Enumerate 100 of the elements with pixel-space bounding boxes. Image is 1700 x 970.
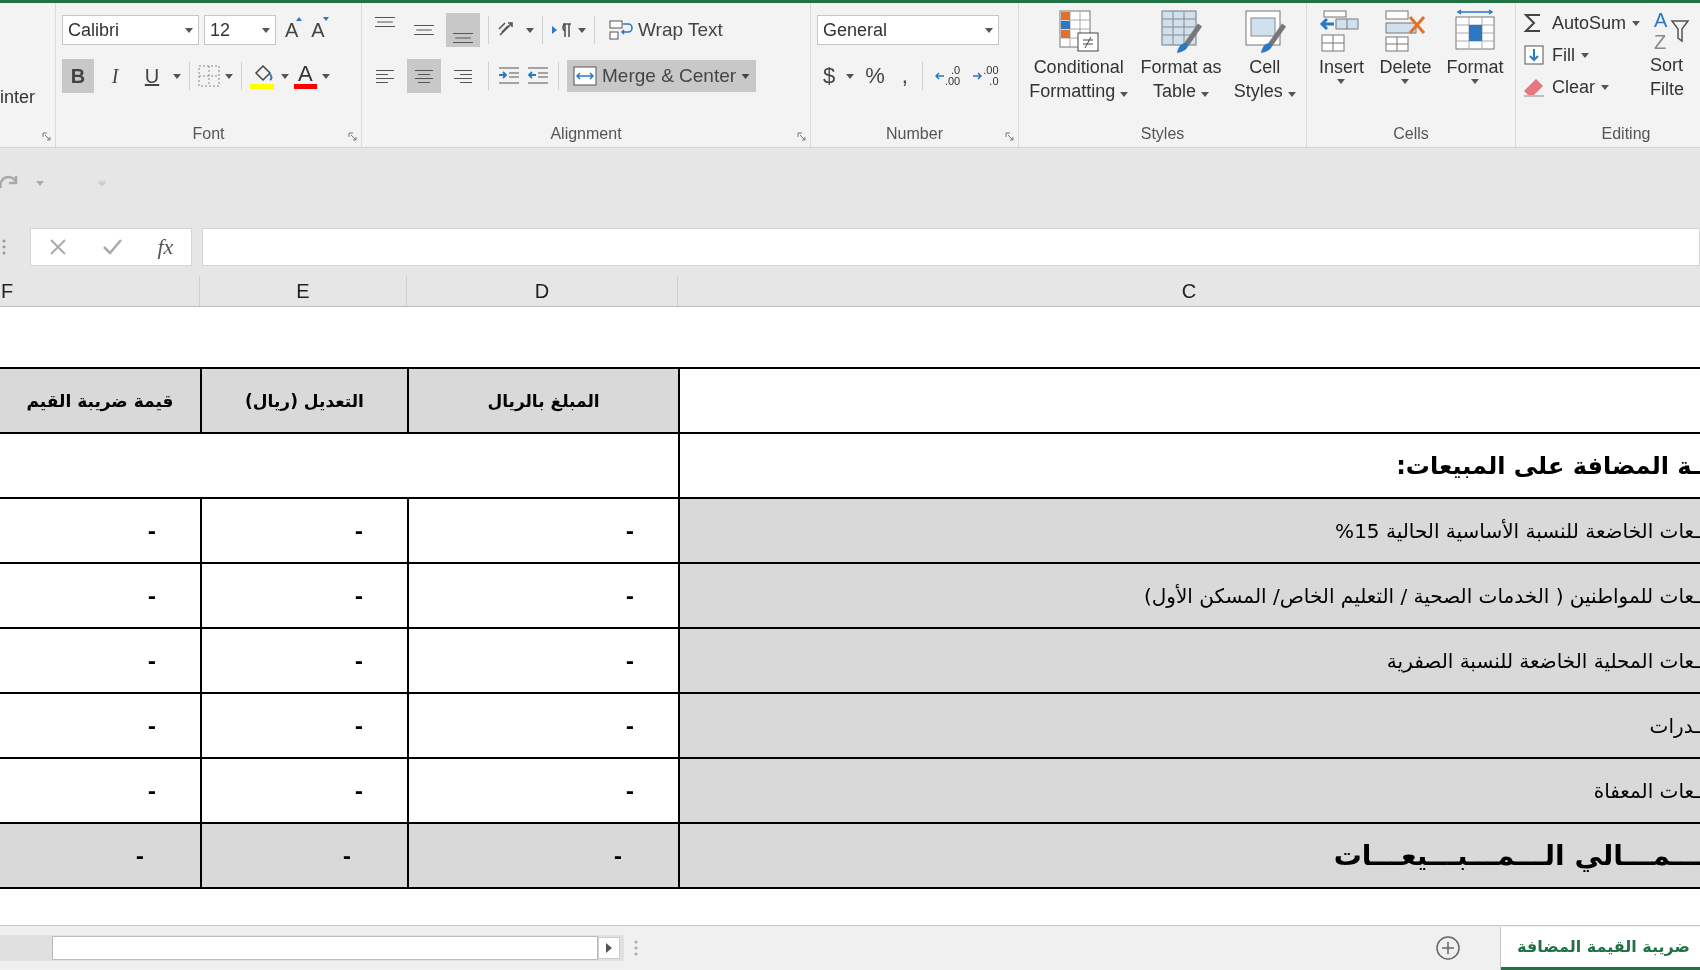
column-header[interactable]: C (1181, 279, 1197, 303)
align-bottom-icon (453, 33, 473, 43)
group-label: Styles (1140, 125, 1185, 143)
format-cells-button[interactable]: Format (1446, 9, 1504, 121)
caret-icon[interactable] (321, 73, 330, 79)
caret-icon (1201, 92, 1209, 97)
fill-color-icon[interactable] (250, 63, 276, 89)
scroll-right-icon[interactable] (598, 937, 620, 959)
align-bottom-button[interactable] (446, 13, 480, 47)
total-label-cell: ـــمـــالي الـــمـــبـــيعـــات (678, 824, 1700, 887)
sheet-tab[interactable]: ضريبة القيمة المضافة (1501, 926, 1700, 970)
caret-icon (1601, 84, 1609, 90)
increase-font-size-button[interactable]: A (281, 13, 303, 47)
number-format-button[interactable]: % (859, 63, 891, 89)
caret-icon (1581, 52, 1589, 58)
wrap-text-button[interactable]: Wrap Text (603, 13, 729, 47)
grip-icon (2, 238, 6, 256)
wrap-text-icon (609, 19, 633, 41)
insert-cells-button[interactable]: Insert (1318, 9, 1365, 121)
align-left-icon (376, 69, 394, 83)
amount-cell-text: - (146, 712, 157, 740)
amount-cell: - (407, 564, 678, 627)
amount-cell: - (407, 499, 678, 562)
group-label: Font (192, 125, 225, 143)
row-label-cell: ـعات المحلية الخاضعة للنسبة الصفرية (678, 629, 1700, 692)
amount-cell: - (200, 564, 407, 627)
font-name-field[interactable]: Calibri (62, 15, 199, 45)
caret-icon (1471, 79, 1479, 84)
autosum-button[interactable]: AutoSum (1522, 7, 1641, 39)
underline-button[interactable]: U (136, 59, 168, 93)
merge-center-button[interactable]: Merge & Center (567, 60, 757, 92)
caret-icon (1287, 92, 1296, 97)
paragraph-direction-icon[interactable] (551, 21, 573, 39)
column-heading-cell: قيمة ضريبة القيم (0, 369, 200, 432)
increase-decimal-button[interactable]: .0 .00 (930, 59, 965, 93)
amount-cell: - (407, 694, 678, 757)
clear-button[interactable]: Clear (1522, 71, 1641, 103)
group-label: Editing (1601, 125, 1651, 143)
caret-icon[interactable] (225, 73, 233, 79)
caret-icon (1337, 79, 1346, 84)
total-amount-cell: - (200, 824, 407, 887)
amount-cell-text: - (146, 517, 157, 545)
caret-icon[interactable] (578, 27, 586, 33)
column-header[interactable]: D (534, 279, 550, 303)
total-amount-cell: - (407, 824, 678, 887)
caret-icon (1401, 79, 1410, 84)
cell-styles-button[interactable]: Cell Styles (1233, 9, 1296, 121)
caret-icon[interactable] (281, 73, 289, 79)
amount-cell-text: - (146, 647, 157, 675)
number-format-button[interactable]: , (895, 63, 914, 89)
row-label-cell: ـعات الخاضعة للنسبة الأساسية الحالية 15% (678, 499, 1700, 562)
column-header[interactable]: E (296, 279, 310, 303)
caret-icon[interactable] (173, 73, 181, 79)
column-heading-cell: المبلغ بالريال (407, 369, 678, 432)
table-styles-button[interactable]: Format as Table (1140, 9, 1222, 121)
decrease-font-size-button[interactable]: A (307, 13, 329, 47)
amount-cell: - (407, 759, 678, 822)
fill-button[interactable]: Fill (1522, 39, 1641, 71)
decrease-decimal-button[interactable]: .00 .0 (969, 59, 1003, 93)
number-format-field[interactable]: General (817, 15, 999, 45)
caret-icon (1632, 20, 1641, 26)
row-label-cell: ـدرات (678, 694, 1700, 757)
format-painter-label[interactable]: inter (0, 86, 35, 108)
amount-cell: - (200, 629, 407, 692)
formula-input[interactable] (202, 228, 1700, 266)
row-label-cell: ـعات المعفاة (678, 759, 1700, 822)
scrollbar-thumb[interactable] (52, 936, 598, 960)
align-top-icon (375, 17, 395, 27)
font-color-button[interactable]: A (294, 63, 317, 89)
align-center-button[interactable] (407, 59, 441, 93)
number-format-button[interactable]: $ (817, 63, 842, 89)
amount-cell: - (407, 629, 678, 692)
dialog-launcher-icon[interactable] (1005, 132, 1014, 141)
insert-function-button[interactable]: fx (157, 234, 174, 260)
sort-filter-button[interactable]: A Z Sort Filte (1650, 7, 1691, 121)
section-title-cell: ـة المضافة على المبيعات: (678, 434, 1700, 497)
caret-icon[interactable] (846, 73, 855, 79)
add-sheet-icon[interactable] (1435, 935, 1462, 961)
group-label: Number (886, 125, 943, 143)
left-arrow-icon (934, 72, 944, 80)
increase-indent-icon[interactable] (497, 66, 521, 86)
decrease-indent-icon[interactable] (526, 66, 550, 86)
bold-button[interactable]: B (62, 59, 94, 93)
align-right-icon (454, 69, 472, 83)
dialog-launcher-icon[interactable] (42, 132, 51, 141)
delete-cells-button[interactable]: Delete (1379, 9, 1432, 121)
caret-icon[interactable] (526, 27, 534, 33)
table-brush-icon (1158, 9, 1204, 55)
align-middle-icon (414, 25, 434, 35)
right-arrow-icon (973, 72, 983, 80)
column-header[interactable]: F (1, 279, 14, 303)
conditional-styles-button[interactable]: Conditional Formatting (1029, 9, 1129, 121)
dialog-launcher-icon[interactable] (797, 132, 806, 141)
font-size-field[interactable]: 12 (204, 15, 276, 45)
align-center-icon (415, 69, 433, 83)
enter-check-icon[interactable] (102, 238, 123, 256)
dialog-launcher-icon[interactable] (348, 132, 357, 141)
italic-button[interactable]: I (99, 59, 131, 93)
caret-icon (1120, 92, 1129, 97)
amount-cell: - (200, 499, 407, 562)
